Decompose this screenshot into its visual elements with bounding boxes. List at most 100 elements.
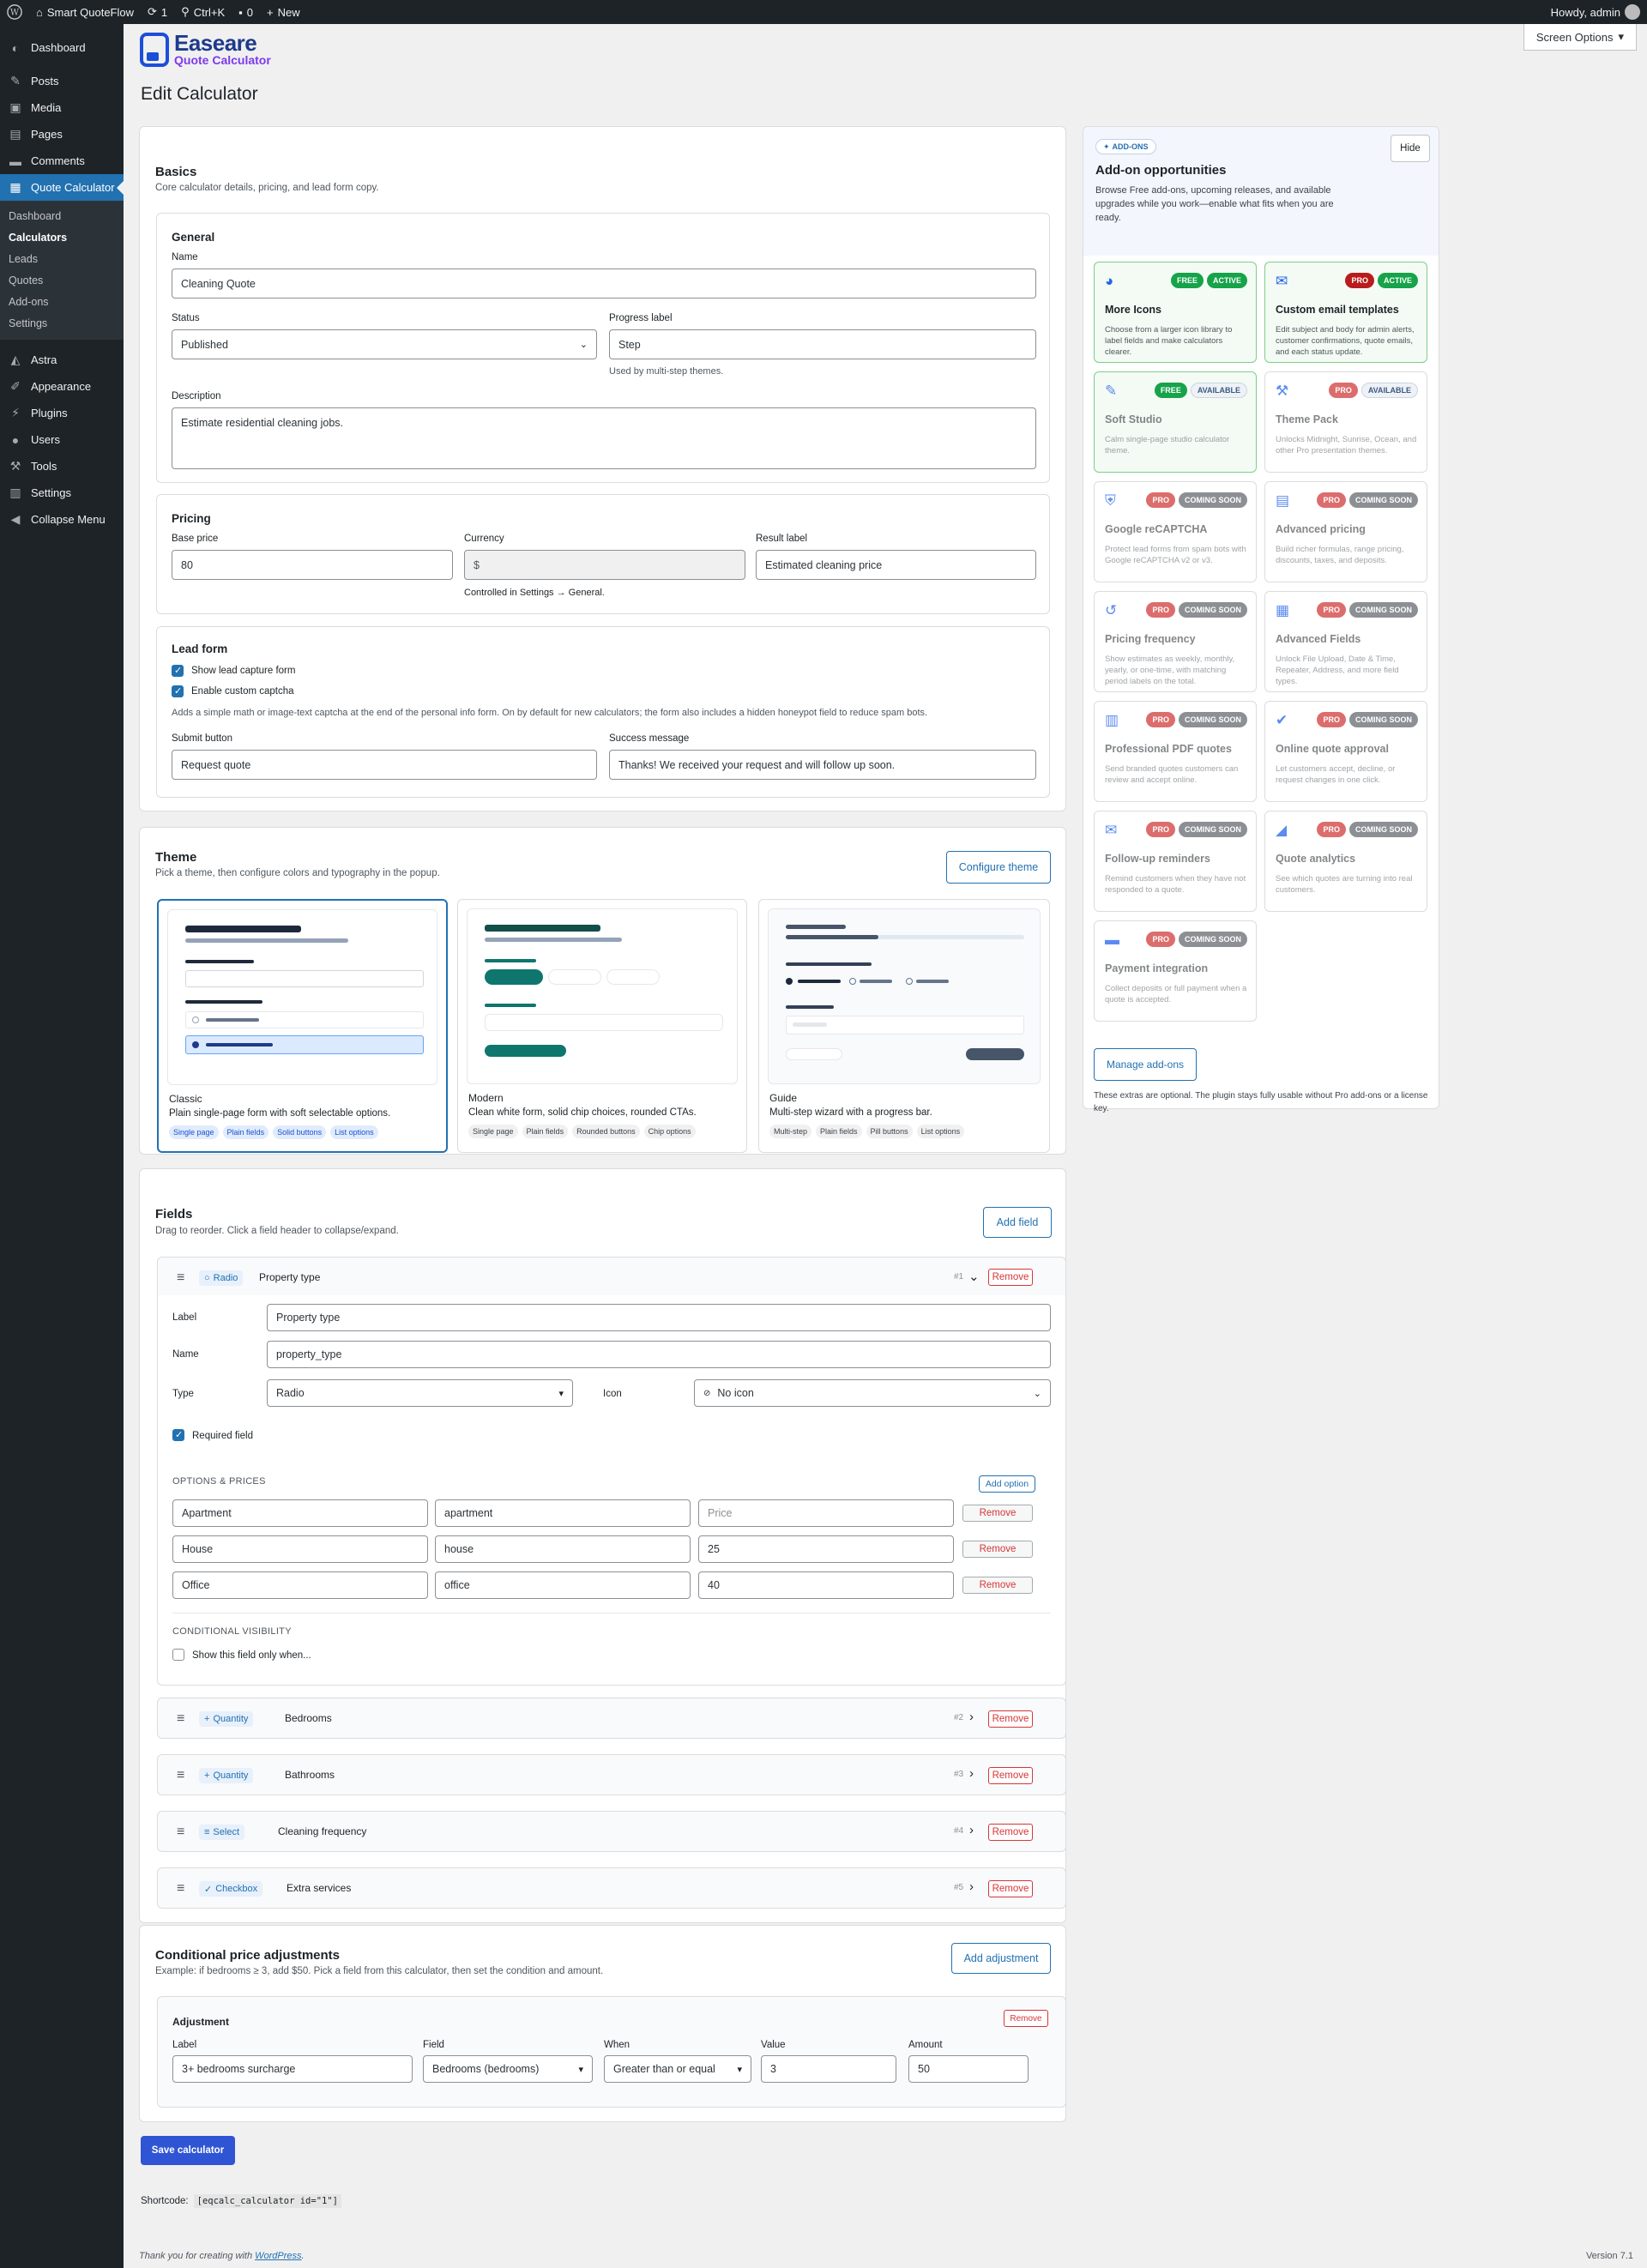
chevron-right-icon[interactable]: › — [969, 1823, 974, 1837]
adjustment-label-input[interactable]: 3+ bedrooms surcharge — [172, 2055, 413, 2083]
save-calculator-button[interactable]: Save calculator — [141, 2136, 235, 2165]
field-header[interactable]: ≡ ○ Radio Property type #1 ⌄ Remove — [158, 1258, 1065, 1295]
submenu-quotes[interactable]: Quotes — [0, 270, 124, 292]
theme-option-guide[interactable]: Guide Multi-step wizard with a progress … — [758, 899, 1050, 1153]
submenu-dashboard[interactable]: Dashboard — [0, 206, 124, 227]
add-option-button[interactable]: Add option — [979, 1475, 1035, 1493]
menu-quote-calculator[interactable]: ▦ Quote Calculator — [0, 174, 124, 201]
remove-option-button[interactable]: Remove — [962, 1541, 1033, 1558]
description-textarea[interactable]: Estimate residential cleaning jobs. — [172, 407, 1036, 469]
menu-posts[interactable]: ✎ Posts — [0, 68, 124, 94]
addon-tile[interactable]: ◢ PRO COMING SOON Quote analytics See which … — [1264, 811, 1427, 912]
name-input[interactable]: Cleaning Quote — [172, 268, 1036, 299]
option-label-input[interactable]: House — [172, 1535, 428, 1563]
addon-tile[interactable]: ▬ PRO COMING SOON Payment integration Collec… — [1094, 920, 1257, 1022]
field-row-bathrooms[interactable]: ≡ + Quantity Bathrooms #3 › Remove — [157, 1754, 1066, 1795]
manage-addons-button[interactable]: Manage add-ons — [1094, 1048, 1197, 1081]
option-value-input[interactable]: apartment — [435, 1499, 691, 1527]
addon-tile[interactable]: ✎ FREE AVAILABLE Soft Studio Calm single-pag… — [1094, 371, 1257, 473]
drag-handle-icon[interactable]: ≡ — [177, 1270, 184, 1286]
menu-appearance[interactable]: ✐ Appearance — [0, 373, 124, 400]
addon-tile[interactable]: ↺ PRO COMING SOON Pricing frequency Show est… — [1094, 591, 1257, 692]
field-row-bedrooms[interactable]: ≡ + Quantity Bedrooms #2 › Remove — [157, 1698, 1066, 1739]
submenu-add-ons[interactable]: Add-ons — [0, 292, 124, 313]
add-field-button[interactable]: Add field — [983, 1207, 1052, 1238]
menu-dashboard[interactable]: ◐ Dashboard — [0, 34, 124, 61]
option-price-input[interactable]: 40 — [698, 1571, 954, 1599]
submenu-calculators[interactable]: Calculators — [0, 227, 124, 249]
command-palette-link[interactable]: ⚲ Ctrl+K — [174, 0, 232, 24]
field-name-input[interactable]: property_type — [267, 1341, 1051, 1368]
remove-field-button[interactable]: Remove — [988, 1824, 1033, 1841]
menu-media[interactable]: ▣ Media — [0, 94, 124, 121]
shortcode-value[interactable]: [eqcalc_calculator id="1"] — [193, 2194, 341, 2208]
status-select[interactable]: Published ⌄ — [172, 329, 597, 359]
submit-button-input[interactable]: Request quote — [172, 750, 597, 780]
addon-tile[interactable]: ▥ PRO COMING SOON Professional PDF quotes Se… — [1094, 701, 1257, 802]
menu-collapse[interactable]: ◀ Collapse Menu — [0, 506, 124, 533]
addon-tile[interactable]: ◕ FREE ACTIVE More Icons Choose from a large… — [1094, 262, 1257, 363]
new-content-link[interactable]: + New — [260, 0, 307, 24]
menu-comments[interactable]: ▬ Comments — [0, 148, 124, 174]
remove-field-button[interactable]: Remove — [988, 1767, 1033, 1784]
drag-handle-icon[interactable]: ≡ — [177, 1825, 184, 1840]
menu-users[interactable]: ● Users — [0, 426, 124, 453]
field-row-extra-services[interactable]: ≡ ✓ Checkbox Extra services #5 › Remove — [157, 1867, 1066, 1909]
required-field-checkbox[interactable] — [172, 1429, 184, 1441]
remove-adjustment-button[interactable]: Remove — [1004, 2010, 1048, 2027]
addon-tile[interactable]: ✉ PRO ACTIVE Custom email templates Edit sub… — [1264, 262, 1427, 363]
field-label-input[interactable]: Property type — [267, 1304, 1051, 1331]
site-name-link[interactable]: ⌂ Smart QuoteFlow — [29, 0, 141, 24]
conditional-visibility-checkbox[interactable] — [172, 1649, 184, 1661]
submenu-leads[interactable]: Leads — [0, 249, 124, 270]
success-message-input[interactable]: Thanks! We received your request and wil… — [609, 750, 1036, 780]
wordpress-link[interactable]: WordPress — [255, 2251, 301, 2261]
adjustment-field-select[interactable]: Bedrooms (bedrooms) ▾ — [423, 2055, 593, 2083]
field-row-cleaning-frequency[interactable]: ≡ ≡ Select Cleaning frequency #4 › Remove — [157, 1811, 1066, 1852]
account-menu[interactable]: Howdy, admin — [1544, 0, 1647, 24]
menu-astra[interactable]: ◭ Astra — [0, 347, 124, 373]
remove-field-button[interactable]: Remove — [988, 1269, 1033, 1286]
remove-field-button[interactable]: Remove — [988, 1710, 1033, 1728]
adjustment-value-input[interactable]: 3 — [761, 2055, 896, 2083]
chevron-right-icon[interactable]: › — [969, 1766, 974, 1781]
option-price-input[interactable]: 25 — [698, 1535, 954, 1563]
chevron-right-icon[interactable]: › — [969, 1879, 974, 1894]
option-value-input[interactable]: office — [435, 1571, 691, 1599]
submenu-settings[interactable]: Settings — [0, 313, 124, 335]
option-label-input[interactable]: Apartment — [172, 1499, 428, 1527]
addon-tile[interactable]: ✉ PRO COMING SOON Follow-up reminders Remind… — [1094, 811, 1257, 912]
comments-link[interactable]: ▪ 0 — [232, 0, 260, 24]
adjustment-when-select[interactable]: Greater than or equal ▾ — [604, 2055, 751, 2083]
option-value-input[interactable]: house — [435, 1535, 691, 1563]
option-price-input[interactable]: Price — [698, 1499, 954, 1527]
result-label-input[interactable]: Estimated cleaning price — [756, 550, 1036, 580]
wordpress-logo-icon[interactable]: W — [0, 0, 29, 24]
add-adjustment-button[interactable]: Add adjustment — [951, 1943, 1051, 1974]
drag-handle-icon[interactable]: ≡ — [177, 1881, 184, 1897]
menu-plugins[interactable]: ⚡ Plugins — [0, 400, 124, 426]
chevron-down-icon[interactable]: ⌄ — [968, 1269, 980, 1284]
addon-tile[interactable]: ✔ PRO COMING SOON Online quote approval Let … — [1264, 701, 1427, 802]
drag-handle-icon[interactable]: ≡ — [177, 1768, 184, 1783]
adjustment-amount-input[interactable]: 50 — [908, 2055, 1029, 2083]
addon-tile[interactable]: ⛨ PRO COMING SOON Google reCAPTCHA Protect l… — [1094, 481, 1257, 582]
progress-label-input[interactable]: Step — [609, 329, 1036, 359]
theme-option-classic[interactable]: Classic Plain single-page form with soft… — [157, 899, 448, 1153]
show-lead-form-checkbox[interactable] — [172, 665, 184, 677]
option-label-input[interactable]: Office — [172, 1571, 428, 1599]
field-icon-select[interactable]: ⊘ No icon ⌄ — [694, 1379, 1051, 1407]
menu-settings[interactable]: ▥ Settings — [0, 480, 124, 506]
updates-link[interactable]: ⟳ 1 — [141, 0, 174, 24]
remove-field-button[interactable]: Remove — [988, 1880, 1033, 1897]
drag-handle-icon[interactable]: ≡ — [177, 1711, 184, 1727]
chevron-right-icon[interactable]: › — [969, 1710, 974, 1724]
addon-tile[interactable]: ▤ PRO COMING SOON Advanced pricing Build ric… — [1264, 481, 1427, 582]
addon-tile[interactable]: ⚒ PRO AVAILABLE Theme Pack Unlocks Midnight,… — [1264, 371, 1427, 473]
field-type-select[interactable]: Radio ▾ — [267, 1379, 573, 1407]
menu-pages[interactable]: ▤ Pages — [0, 121, 124, 148]
configure-theme-button[interactable]: Configure theme — [946, 851, 1051, 884]
remove-option-button[interactable]: Remove — [962, 1577, 1033, 1594]
base-price-input[interactable]: 80 — [172, 550, 453, 580]
enable-captcha-checkbox[interactable] — [172, 685, 184, 697]
